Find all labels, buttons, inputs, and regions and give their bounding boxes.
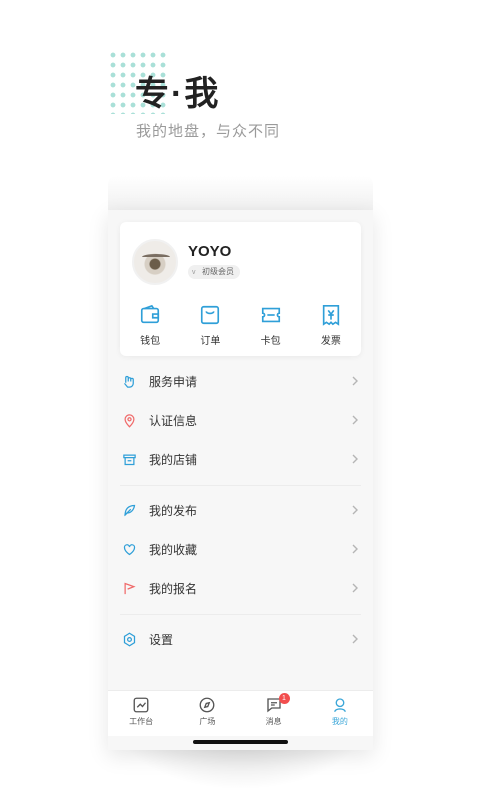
store-icon	[123, 454, 136, 466]
tab-label: 广场	[199, 717, 216, 726]
menu-item-service-apply[interactable]: 服务申请	[108, 362, 373, 401]
unread-badge: 1	[278, 693, 290, 704]
menu-item-verification[interactable]: 认证信息	[108, 401, 373, 440]
tab-label: 消息	[265, 717, 282, 726]
heart-icon	[123, 544, 136, 556]
wallet-icon	[141, 304, 160, 324]
chevron-right-icon	[352, 544, 358, 554]
quick-action-orders[interactable]: 订单	[185, 304, 235, 352]
invoice-icon	[322, 305, 340, 326]
menu-item-label: 服务申请	[149, 375, 198, 389]
hand-icon	[124, 375, 134, 388]
menu-list: 服务申请 认证信息 我的店铺 我的发布 我的收藏 我的报名 设置	[108, 362, 373, 659]
tab-plaza[interactable]: 广场	[174, 691, 240, 736]
bottom-tab-bar: 工作台 广场 1 消息 我的	[108, 690, 373, 736]
gear-icon	[123, 632, 136, 647]
quick-action-label: 钱包	[140, 336, 161, 347]
ticket-icon	[261, 307, 280, 323]
quick-action-wallet[interactable]: 钱包	[125, 304, 175, 352]
tab-mine[interactable]: 我的	[307, 691, 373, 736]
user-icon	[333, 698, 346, 713]
profile-card: YOYO v 初级会员 钱包 订单 卡包 发票	[120, 222, 361, 356]
location-pin-icon	[124, 414, 135, 428]
member-badge: v 初级会员	[188, 265, 240, 279]
chevron-right-icon	[352, 583, 358, 593]
menu-item-label: 我的发布	[149, 504, 198, 518]
chevron-right-icon	[352, 415, 358, 425]
menu-item-registrations[interactable]: 我的报名	[108, 569, 373, 608]
menu-item-label: 认证信息	[149, 414, 198, 428]
menu-item-label: 我的收藏	[149, 543, 198, 557]
phone-screen: YOYO v 初级会员 钱包 订单 卡包 发票 服务申请 认证信息 我的店铺 我…	[108, 210, 373, 750]
menu-item-my-posts[interactable]: 我的发布	[108, 491, 373, 530]
divider	[120, 614, 361, 615]
menu-item-settings[interactable]: 设置	[108, 620, 373, 659]
quick-action-cards[interactable]: 卡包	[246, 304, 296, 352]
quick-action-label: 卡包	[260, 336, 281, 347]
divider	[120, 485, 361, 486]
tab-label: 我的	[331, 717, 348, 726]
feather-icon	[124, 504, 136, 517]
home-indicator	[193, 740, 288, 744]
member-badge-label: 初级会员	[202, 267, 234, 276]
profile-name: YOYO	[188, 243, 232, 260]
menu-item-label: 我的报名	[149, 582, 198, 596]
menu-item-favorites[interactable]: 我的收藏	[108, 530, 373, 569]
flag-icon	[124, 582, 136, 595]
quick-actions: 钱包 订单 卡包 发票	[120, 304, 361, 352]
quick-action-invoice[interactable]: 发票	[306, 304, 356, 352]
chevron-right-icon	[352, 376, 358, 386]
chevron-right-icon	[352, 454, 358, 464]
bag-icon	[201, 305, 220, 325]
chart-icon	[133, 697, 149, 713]
menu-item-label: 我的店铺	[149, 453, 198, 467]
quick-action-label: 发票	[320, 336, 341, 347]
member-badge-prefix: v	[192, 269, 196, 276]
tab-label: 工作台	[129, 717, 154, 726]
hero-title: 专·我	[135, 75, 221, 113]
compass-icon	[199, 697, 215, 713]
quick-action-label: 订单	[200, 336, 221, 347]
hero-subtitle: 我的地盘，与众不同	[136, 123, 281, 140]
chevron-right-icon	[352, 634, 358, 644]
tab-workbench[interactable]: 工作台	[108, 691, 174, 736]
menu-item-my-store[interactable]: 我的店铺	[108, 440, 373, 479]
tab-messages[interactable]: 1 消息	[241, 691, 307, 736]
menu-item-label: 设置	[149, 633, 174, 647]
avatar[interactable]	[132, 239, 178, 285]
chevron-right-icon	[352, 505, 358, 515]
hero-section: 专·我 我的地盘，与众不同	[0, 0, 480, 200]
